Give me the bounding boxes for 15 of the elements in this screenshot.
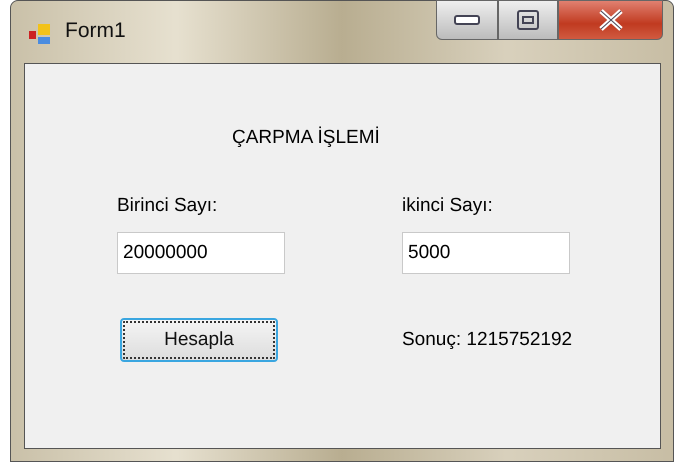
maximize-button[interactable] (498, 0, 558, 40)
minimize-button[interactable] (436, 0, 498, 40)
input-field[interactable]: 5000 (402, 232, 570, 274)
close-button[interactable] (558, 0, 663, 40)
field-label: ikinci Sayı: (402, 194, 494, 218)
form-heading: ÇARPMA İŞLEMİ (232, 126, 381, 150)
calculate-button[interactable]: Hesapla (120, 318, 278, 362)
window-title: Form1 (65, 19, 126, 43)
field-label: Birinci Sayı: (117, 194, 218, 218)
result-text: Sonuç: 1215752192 (402, 328, 574, 352)
maximize-icon (517, 10, 539, 30)
app-icon (29, 23, 53, 45)
minimize-icon (454, 15, 480, 25)
input-field[interactable]: 20000000 (117, 232, 285, 274)
close-icon (598, 9, 624, 31)
